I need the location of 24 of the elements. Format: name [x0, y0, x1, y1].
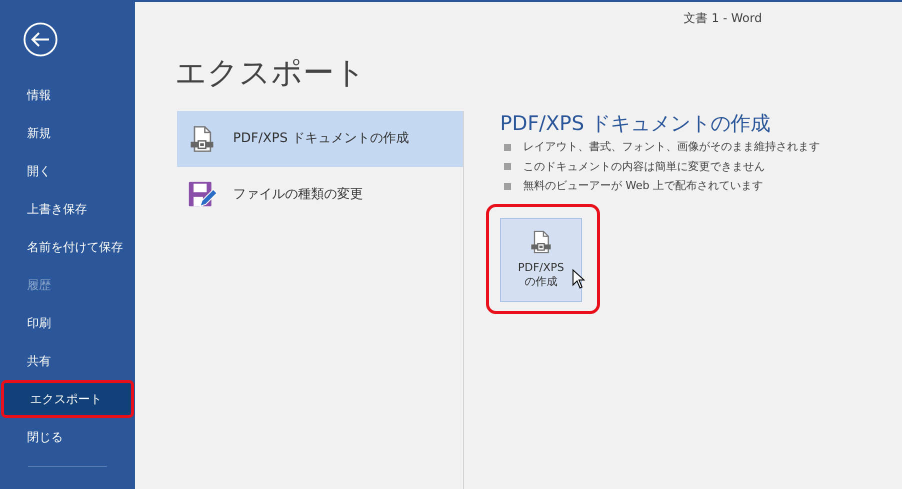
bullet-text: レイアウト、書式、フォント、画像がそのまま維持されます: [523, 139, 820, 155]
create-pdf-button[interactable]: PDF/XPS の作成: [500, 218, 582, 302]
back-button[interactable]: [23, 22, 58, 57]
export-option[interactable]: PDF/XPS ドキュメントの作成: [177, 111, 463, 167]
bullet-icon: [504, 144, 511, 151]
sidebar-item[interactable]: 上書き保存: [1, 190, 134, 228]
sidebar-item[interactable]: 共有: [1, 342, 134, 380]
sidebar-item[interactable]: 開く: [1, 152, 134, 190]
sidebar-item[interactable]: 情報: [1, 76, 134, 114]
floppy-pencil-icon: [187, 180, 217, 210]
detail-heading: PDF/XPS ドキュメントの作成: [500, 111, 772, 136]
mouse-cursor-icon: [572, 268, 585, 288]
page-title: エクスポート: [175, 58, 367, 89]
sidebar-item[interactable]: 閉じる: [1, 418, 134, 456]
bullet-text: このドキュメントの内容は簡単に変更できません: [523, 158, 765, 174]
sidebar-item[interactable]: 新規: [1, 114, 134, 152]
sidebar-item[interactable]: エクスポート: [1, 380, 134, 418]
sidebar-item[interactable]: 名前を付けて保存: [1, 228, 134, 266]
bullet-icon: [504, 163, 511, 170]
bullet-icon: [504, 182, 511, 190]
sidebar-item[interactable]: 印刷: [1, 304, 134, 342]
bullet-text: 無料のビューアーが Web 上で配布されています: [523, 178, 763, 194]
window-title: 文書 1 - Word: [684, 10, 762, 27]
export-option[interactable]: ファイルの種類の変更: [177, 167, 463, 223]
